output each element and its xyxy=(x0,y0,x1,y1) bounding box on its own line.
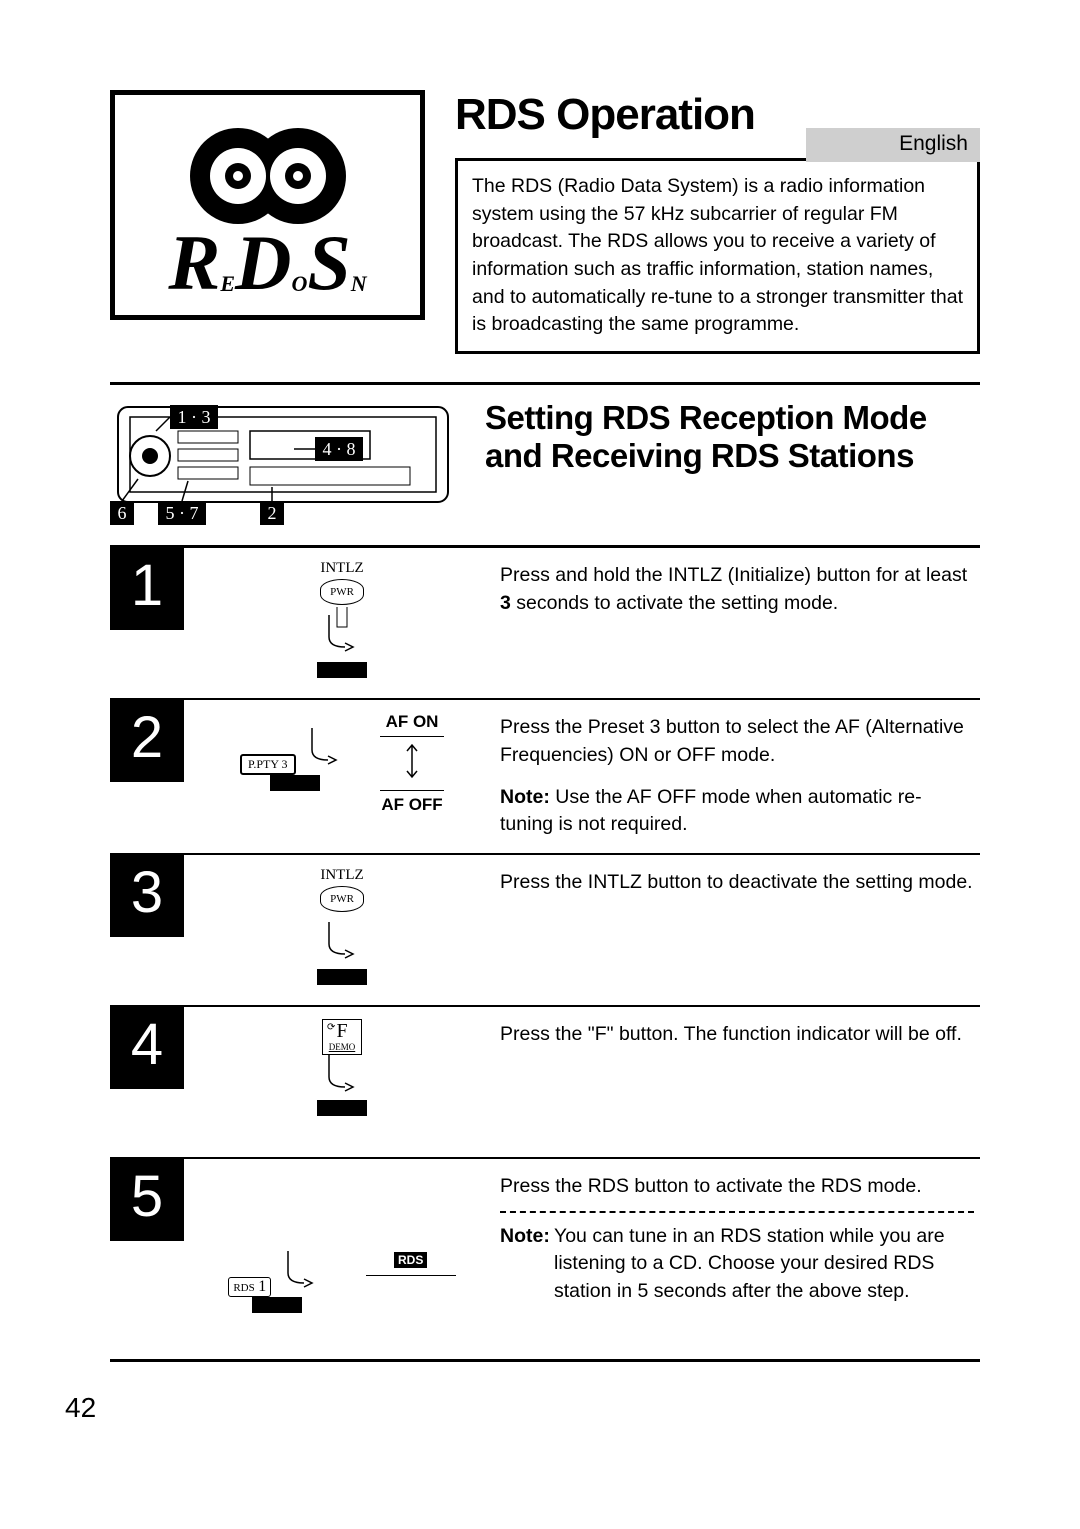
intro-box: The RDS (Radio Data System) is a radio i… xyxy=(455,158,980,354)
step-3-text: Press the INTLZ button to deactivate the… xyxy=(500,855,980,1005)
step-4-illus: ⟳ F DEMO xyxy=(184,1007,500,1157)
step-4: 4 ⟳ F DEMO Press the "F" button. The fun… xyxy=(110,1005,980,1157)
step-2-text: Press the Preset 3 button to select the … xyxy=(500,700,980,853)
step-1-illus: INTLZ PWR xyxy=(184,548,500,698)
step-3: 3 INTLZ PWR Press the INTLZ button to de… xyxy=(110,853,980,1005)
divider xyxy=(110,1359,980,1362)
step-number: 1 xyxy=(110,548,184,630)
diagram-label-1-3: 1 · 3 xyxy=(178,407,211,427)
step-2-illus: P.PTY 3 AF ON AF OFF xyxy=(184,700,500,853)
step-number: 2 xyxy=(110,700,184,782)
step-5-text: Press the RDS button to activate the RDS… xyxy=(500,1159,980,1359)
step-5: 5 RDS 1 RDS Press xyxy=(110,1157,980,1359)
step-1: 1 INTLZ PWR Press and hold the INTLZ (In… xyxy=(110,548,980,698)
divider xyxy=(110,382,980,385)
diagram-label-6: 6 xyxy=(118,503,127,523)
section-title: Setting RDS Reception Mode and Receiving… xyxy=(485,399,980,475)
dashed-divider xyxy=(500,1211,974,1213)
rds-logo-text: RE DO SN xyxy=(168,232,366,294)
diagram-label-2: 2 xyxy=(268,503,277,523)
step-number: 3 xyxy=(110,855,184,937)
step-1-text: Press and hold the INTLZ (Initialize) bu… xyxy=(500,548,980,698)
diagram-label-4-8: 4 · 8 xyxy=(323,439,356,459)
rds-logo-icon: RE DO SN xyxy=(110,90,425,320)
step-5-illus: RDS 1 RDS xyxy=(184,1159,500,1359)
page-number: 42 xyxy=(65,1392,980,1424)
step-number: 4 xyxy=(110,1007,184,1089)
language-tag: English xyxy=(806,128,980,162)
step-2: 2 P.PTY 3 AF ON AF OFF xyxy=(110,698,980,853)
page-title: RDS Operation xyxy=(455,90,755,140)
diagram-label-5-7: 5 · 7 xyxy=(166,503,199,523)
device-diagram: 1 · 3 4 · 8 6 5 · 7 2 xyxy=(110,401,455,531)
step-4-text: Press the "F" button. The function indic… xyxy=(500,1007,980,1157)
step-3-illus: INTLZ PWR xyxy=(184,855,500,1005)
step-number: 5 xyxy=(110,1159,184,1241)
